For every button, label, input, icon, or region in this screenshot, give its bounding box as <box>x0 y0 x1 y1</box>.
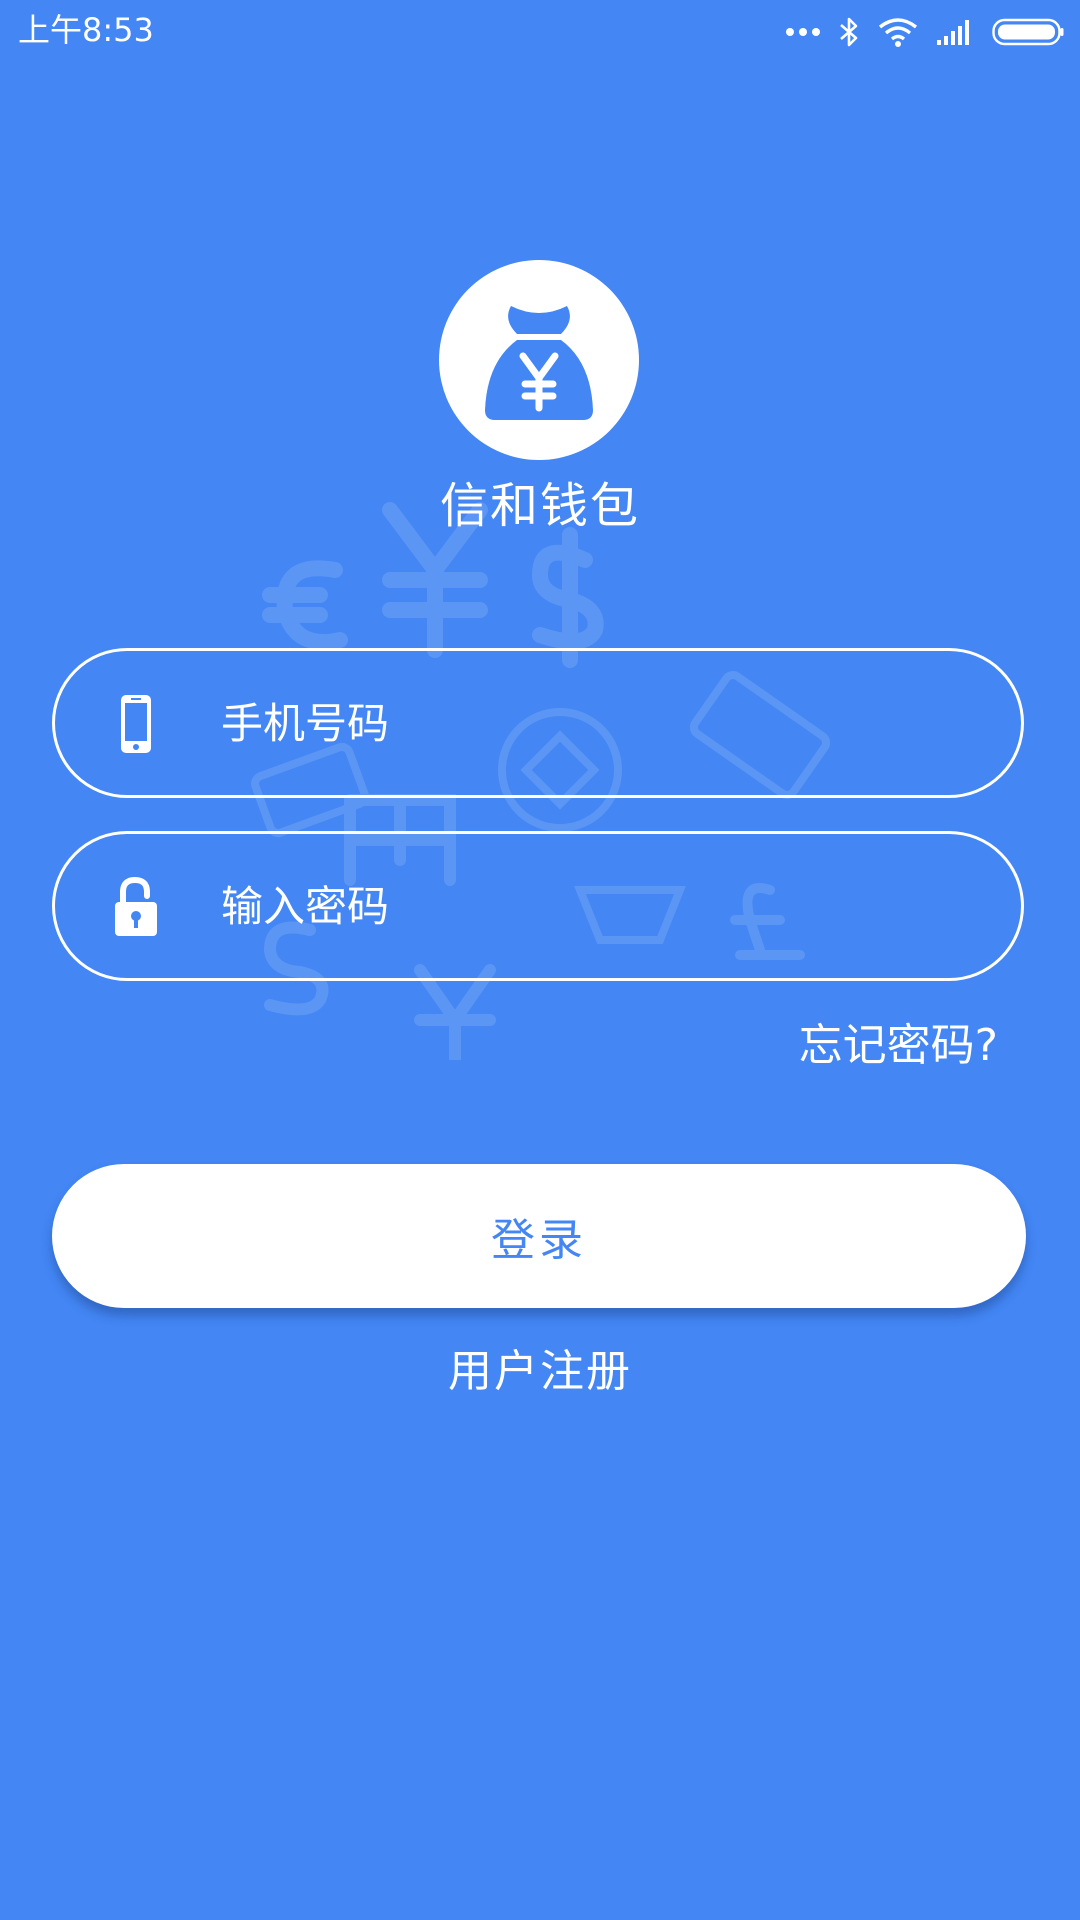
bluetooth-icon <box>838 16 860 48</box>
phone-icon <box>107 689 161 759</box>
status-icons <box>786 14 1064 50</box>
password-input[interactable] <box>221 834 981 978</box>
app-name: 信和钱包 <box>439 478 640 534</box>
wifi-icon <box>878 17 918 47</box>
forgot-password-link[interactable]: 忘记密码? <box>799 1018 998 1074</box>
login-button[interactable]: 登录 <box>52 1164 1026 1308</box>
password-field-container[interactable] <box>52 831 1024 981</box>
battery-icon <box>992 18 1064 46</box>
phone-field-container[interactable] <box>52 648 1024 798</box>
unlock-icon <box>107 872 161 942</box>
app-logo <box>439 260 639 460</box>
signal-icon <box>936 18 974 46</box>
register-link[interactable]: 用户注册 <box>0 1342 1080 1402</box>
status-time: 上午8:53 <box>18 11 154 49</box>
status-bar: 上午8:53 <box>0 0 1080 64</box>
phone-input[interactable] <box>221 651 981 795</box>
more-icon <box>786 27 820 37</box>
